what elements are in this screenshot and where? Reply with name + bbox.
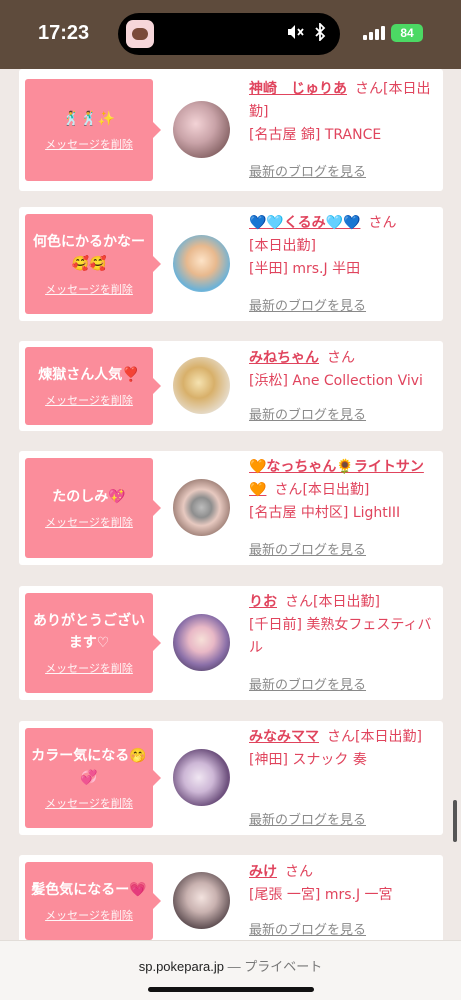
home-indicator[interactable] [148,987,314,992]
cast-name-link[interactable]: みねちゃん [249,350,319,366]
blog-link[interactable]: 最新のブログを見る [249,809,366,828]
san-suffix: さん [368,215,397,231]
delete-message-link[interactable]: メッセージを削除 [45,281,133,297]
avatar[interactable] [173,614,230,671]
attendance-status: [本日出勤] [249,238,316,254]
signal-icon [363,26,385,40]
message-card: 髪色気になるー💗 メッセージを削除 みけ さん [尾張 一宮] mrs.J 一宮 … [19,855,443,940]
status-time: 17:23 [38,22,90,44]
status-bar: 17:23 84 [0,0,461,69]
message-card: たのしみ💖 メッセージを削除 🧡なっちゃん🌻ライトサン🧡 さん[本日出勤] [名古… [19,451,443,565]
cast-name-link[interactable]: みなみママ [249,729,319,745]
mute-icon [286,24,304,44]
message-bubble: 🕺🕺✨ メッセージを削除 [25,79,161,181]
san-suffix: さん [274,482,303,498]
avatar[interactable] [173,749,230,806]
message-card: 何色にかるかなー🥰🥰 メッセージを削除 💙🩵くるみ🩵💙 さん [本日出勤] [半田… [19,207,443,321]
message-bubble: 煉獄さん人気❣️ メッセージを削除 [25,347,161,425]
message-text: たのしみ💖 [52,489,126,505]
blog-link[interactable]: 最新のブログを見る [249,674,366,693]
shop-info: [半田] mrs.J 半田 [249,261,361,277]
message-text: カラー気になる🤭💞 [31,748,147,786]
san-suffix: さん [327,350,355,366]
cast-name-link[interactable]: みけ [249,864,277,880]
attendance-status: [本日出勤] [302,482,370,498]
blog-link[interactable]: 最新のブログを見る [249,919,366,938]
shop-info: [浜松] Ane Collection Vivi [249,373,423,389]
message-text: 何色にかるかなー🥰🥰 [33,234,145,272]
san-suffix: さん [327,729,355,745]
dynamic-island [118,13,340,55]
app-thumbnail-icon [126,20,154,48]
message-bubble: カラー気になる🤭💞 メッセージを削除 [25,728,161,828]
cast-name-link[interactable]: 💙🩵くるみ🩵💙 [249,215,360,231]
shop-info: [尾張 一宮] mrs.J 一宮 [249,887,393,903]
private-mode-label: — プライベート [227,959,323,974]
message-card: 煉獄さん人気❣️ メッセージを削除 みねちゃん さん [浜松] Ane Colle… [19,341,443,431]
avatar[interactable] [173,872,230,929]
shop-info: [神田] スナック 奏 [249,752,367,768]
delete-message-link[interactable]: メッセージを削除 [45,392,133,408]
delete-message-link[interactable]: メッセージを削除 [45,514,133,530]
san-suffix: さん [355,81,383,97]
message-bubble: 髪色気になるー💗 メッセージを削除 [25,862,161,940]
message-text: ありがとうございます♡ [33,613,145,651]
url-domain[interactable]: sp.pokepara.jp [139,959,224,974]
blog-link[interactable]: 最新のブログを見る [249,539,366,558]
message-card: ありがとうございます♡ メッセージを削除 りお さん[本日出勤] [千日前] 美熟… [19,586,443,700]
shop-info: [名古屋 中村区] LightIII [249,505,401,521]
message-card: カラー気になる🤭💞 メッセージを削除 みなみママ さん[本日出勤] [神田] スナ… [19,721,443,835]
cast-name-link[interactable]: 神崎 じゅりあ [249,81,347,97]
delete-message-link[interactable]: メッセージを削除 [45,136,133,152]
cast-name-link[interactable]: りお [249,594,277,610]
delete-message-link[interactable]: メッセージを削除 [45,795,133,811]
message-text: 🕺🕺✨ [62,111,116,127]
san-suffix: さん [285,864,313,880]
avatar[interactable] [173,479,230,536]
delete-message-link[interactable]: メッセージを削除 [45,907,133,923]
bluetooth-icon [314,21,326,45]
avatar[interactable] [173,357,230,414]
message-card: 🕺🕺✨ メッセージを削除 神崎 じゅりあ さん[本日出勤] [名古屋 錦] TRA… [19,69,443,191]
message-text: 煉獄さん人気❣️ [38,367,140,383]
attendance-status: [本日出勤] [313,594,380,610]
scrollbar[interactable] [453,800,457,842]
message-bubble: たのしみ💖 メッセージを削除 [25,458,161,558]
blog-link[interactable]: 最新のブログを見る [249,295,366,314]
avatar[interactable] [173,235,230,292]
message-bubble: 何色にかるかなー🥰🥰 メッセージを削除 [25,214,161,314]
blog-link[interactable]: 最新のブログを見る [249,161,366,180]
san-suffix: さん [285,594,313,610]
shop-info: [名古屋 錦] TRANCE [249,127,382,143]
shop-info: [千日前] 美熟女フェスティバル [249,617,432,656]
delete-message-link[interactable]: メッセージを削除 [45,660,133,676]
battery-icon: 84 [391,24,423,42]
avatar[interactable] [173,101,230,158]
message-list[interactable]: 🕺🕺✨ メッセージを削除 神崎 じゅりあ さん[本日出勤] [名古屋 錦] TRA… [0,69,461,940]
message-bubble: ありがとうございます♡ メッセージを削除 [25,593,161,693]
message-text: 髪色気になるー💗 [31,882,147,898]
attendance-status: [本日出勤] [355,729,422,745]
blog-link[interactable]: 最新のブログを見る [249,404,366,423]
